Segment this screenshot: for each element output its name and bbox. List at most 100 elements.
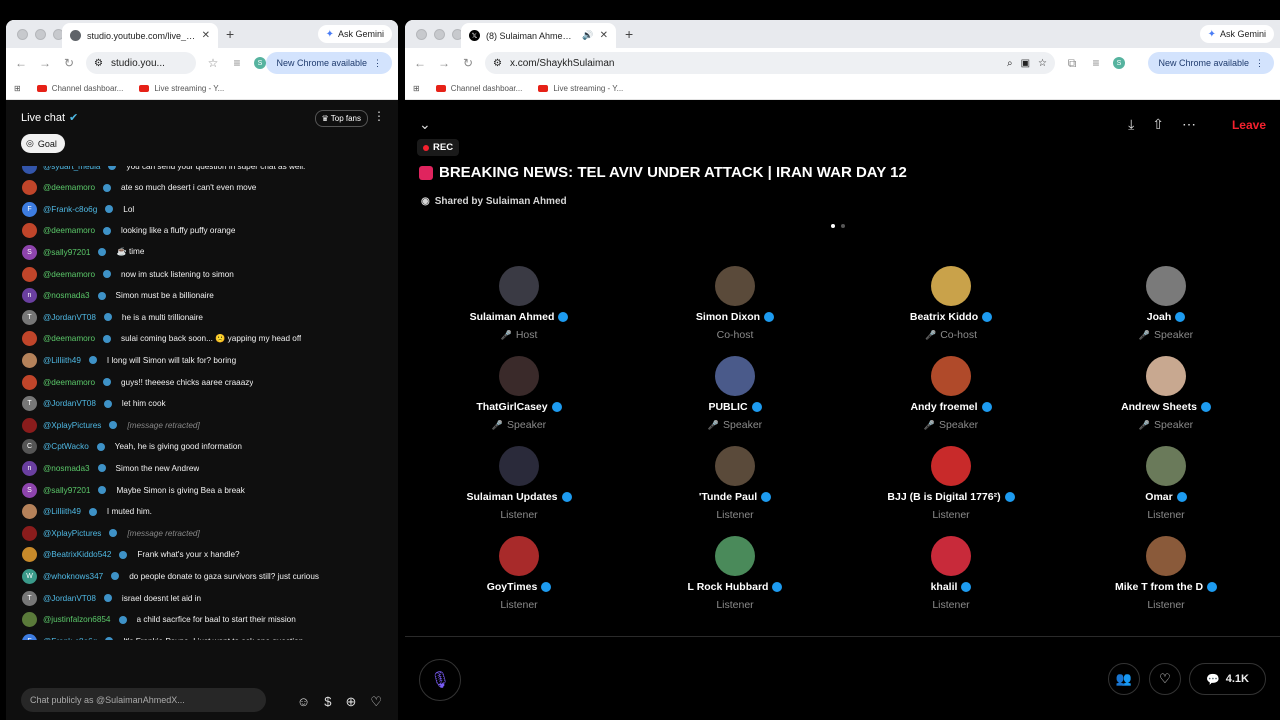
new-chrome-available-button[interactable]: New Chrome available ⋮: [266, 52, 392, 74]
chat-author[interactable]: @BeatrixKiddo542: [43, 550, 111, 559]
address-bar[interactable]: ⚙ x.com/ShaykhSulaiman ⌕ ▣ ☆: [485, 52, 1055, 74]
participant[interactable]: Beatrix Kiddo 🎤 Co-host: [851, 266, 1051, 341]
avatar[interactable]: [931, 536, 971, 576]
zoom-icon[interactable]: ⌕: [1007, 58, 1013, 69]
avatar[interactable]: [22, 525, 37, 541]
avatar[interactable]: F: [22, 633, 37, 640]
chat-author[interactable]: @sally97201: [43, 248, 90, 257]
chat-author[interactable]: @deemamoro: [43, 183, 95, 192]
chat-author[interactable]: @nosmada3: [43, 464, 90, 473]
extensions-icon[interactable]: ≡: [1089, 56, 1103, 70]
avatar[interactable]: T: [22, 396, 37, 412]
chat-message[interactable]: T @JordanVT08 he is a multi trillionaire: [22, 307, 390, 327]
chat-author[interactable]: @whoknows347: [43, 572, 103, 581]
reload-icon[interactable]: ↻: [62, 56, 76, 70]
speaker-icon[interactable]: 🔊: [582, 30, 593, 41]
chat-message[interactable]: @BeatrixKiddo542 Frank what's your x hand…: [22, 545, 390, 565]
reactions-button[interactable]: ♡: [1149, 663, 1181, 695]
avatar[interactable]: [931, 356, 971, 396]
chat-message[interactable]: n @nosmada3 Simon the new Andrew: [22, 458, 390, 478]
avatar[interactable]: [22, 266, 37, 282]
participant[interactable]: khalil Listener: [851, 536, 1051, 611]
chat-message[interactable]: S @sally97201 Maybe Simon is giving Bea a …: [22, 480, 390, 500]
avatar[interactable]: [931, 446, 971, 486]
avatar[interactable]: [931, 266, 971, 306]
chat-message[interactable]: @Lilliith49 I long will Simon will talk f…: [22, 350, 390, 370]
bookmark-star-icon[interactable]: ☆: [1038, 58, 1047, 69]
chat-author[interactable]: @sally97201: [43, 486, 90, 495]
more-options-icon[interactable]: ⋯: [1182, 116, 1196, 133]
avatar[interactable]: T: [22, 590, 37, 606]
page-dot-active[interactable]: [831, 224, 835, 228]
avatar[interactable]: [22, 417, 37, 433]
avatar[interactable]: [1146, 356, 1186, 396]
participant[interactable]: Joah 🎤 Speaker: [1066, 266, 1266, 341]
site-settings-icon[interactable]: ⚙: [94, 58, 103, 69]
emoji-icon[interactable]: ☺: [297, 694, 310, 710]
avatar[interactable]: [499, 356, 539, 396]
participant[interactable]: Andrew Sheets 🎤 Speaker: [1066, 356, 1266, 431]
avatar[interactable]: [22, 352, 37, 368]
minimize-space-icon[interactable]: ⤓: [1128, 116, 1134, 133]
participant[interactable]: Andy froemel 🎤 Speaker: [851, 356, 1051, 431]
chat-message[interactable]: @deemamoro ate so much desert i can't eve…: [22, 178, 390, 198]
chat-message[interactable]: S @sally97201 ☕ time: [22, 242, 390, 262]
bookmark-channel-dashboard[interactable]: Channel dashboar...: [36, 84, 123, 93]
chat-author[interactable]: @deemamoro: [43, 270, 95, 279]
close-tab-icon[interactable]: ✕: [600, 30, 608, 41]
avatar[interactable]: [22, 331, 37, 347]
avatar[interactable]: F: [22, 201, 37, 217]
close-window-button[interactable]: [416, 28, 427, 40]
avatar[interactable]: [22, 547, 37, 563]
address-bar[interactable]: ⚙ studio.you...: [86, 52, 196, 74]
chat-message[interactable]: @XplayPictures [message retracted]: [22, 523, 390, 543]
chat-author[interactable]: @deemamoro: [43, 226, 95, 235]
avatar[interactable]: n: [22, 288, 37, 304]
participant[interactable]: PUBLIC 🎤 Speaker: [635, 356, 835, 431]
minimize-window-button[interactable]: [434, 28, 445, 40]
forward-icon[interactable]: →: [437, 56, 451, 70]
chat-author[interactable]: @Lilliith49: [43, 356, 81, 365]
avatar[interactable]: [499, 266, 539, 306]
avatar[interactable]: [715, 446, 755, 486]
participant[interactable]: Omar Listener: [1066, 446, 1266, 521]
avatar[interactable]: W: [22, 568, 37, 584]
chat-message[interactable]: @deemamoro sulai coming back soon... 🙁 ya…: [22, 329, 390, 349]
chat-author[interactable]: @Lilliith49: [43, 507, 81, 516]
avatar[interactable]: [499, 446, 539, 486]
chat-author[interactable]: @Frank-c8o6g: [43, 637, 97, 640]
apps-grid-icon[interactable]: ⊞: [14, 84, 21, 93]
avatar[interactable]: [715, 266, 755, 306]
kebab-menu-icon[interactable]: ⋮: [373, 58, 382, 69]
heart-icon[interactable]: ♡: [370, 694, 382, 710]
chat-message[interactable]: F @Frank-c8o6g It's Frankie Payne. I just …: [22, 631, 390, 640]
avatar[interactable]: [22, 374, 37, 390]
chat-message[interactable]: @deemamoro looking like a fluffy puffy or…: [22, 221, 390, 241]
chat-message[interactable]: @Lilliith49 I muted him.: [22, 502, 390, 522]
participant[interactable]: GoyTimes Listener: [419, 536, 619, 611]
chat-author[interactable]: @XplayPictures: [43, 421, 101, 430]
minimize-window-button[interactable]: [35, 28, 46, 40]
chevron-down-icon[interactable]: ⌄: [419, 116, 431, 133]
screen-cast-icon[interactable]: ⧉: [1065, 56, 1079, 71]
chat-message[interactable]: @deemamoro guys!! theeese chicks aaree cr…: [22, 372, 390, 392]
participant[interactable]: BJJ (B is Digital 1776²) Listener: [851, 446, 1051, 521]
avatar[interactable]: S: [22, 482, 37, 498]
bookmark-live-streaming[interactable]: Live streaming - Y...: [139, 84, 224, 93]
chat-author[interactable]: @nosmada3: [43, 291, 90, 300]
install-icon[interactable]: ▣: [1021, 58, 1030, 69]
avatar[interactable]: [22, 612, 37, 628]
avatar[interactable]: [715, 536, 755, 576]
goal-button[interactable]: ◎ Goal: [21, 134, 65, 153]
avatar[interactable]: T: [22, 309, 37, 325]
participant[interactable]: Simon Dixon Co-host: [635, 266, 835, 341]
reload-icon[interactable]: ↻: [461, 56, 475, 70]
chat-author[interactable]: @JordanVT08: [43, 313, 96, 322]
chat-author[interactable]: @CptWacko: [43, 442, 89, 451]
chat-message[interactable]: @sydart_media you can send your question …: [22, 166, 390, 176]
chat-message[interactable]: T @JordanVT08 israel doesnt let aid in: [22, 588, 390, 608]
new-chrome-available-button[interactable]: New Chrome available ⋮: [1148, 52, 1274, 74]
bookmark-channel-dashboard[interactable]: Channel dashboar...: [435, 84, 522, 93]
new-tab-button[interactable]: +: [625, 26, 633, 42]
avatar[interactable]: [22, 166, 37, 174]
